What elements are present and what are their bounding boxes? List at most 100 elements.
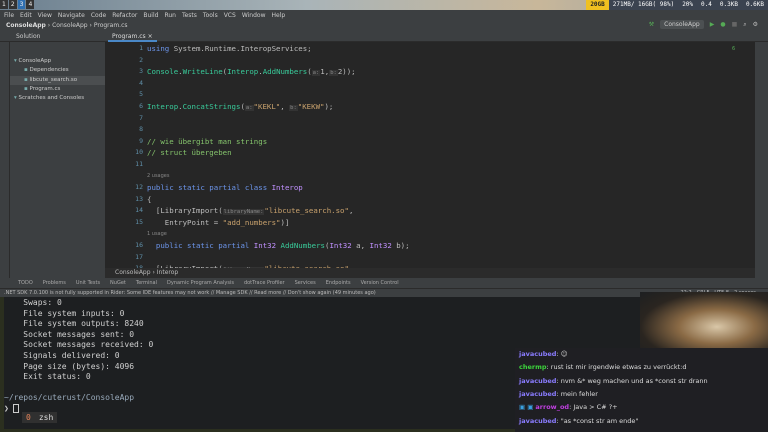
toolwindow-terminal[interactable]: Terminal [136,280,157,286]
parameter-hint: b: [289,105,298,111]
tree-item[interactable]: ▪ Dependencies [10,66,105,75]
menu-code[interactable]: Code [91,12,106,19]
warnings-count[interactable]: 6 [732,46,735,52]
workspace-3[interactable]: 3 [17,0,26,9]
menu-edit[interactable]: Edit [20,12,32,19]
terminal-line: File system outputs: 8240 [4,319,144,329]
menu-view[interactable]: View [38,12,52,19]
chat-username[interactable]: arrow_od [535,403,569,411]
line-number: 14 [135,206,143,215]
run-icon[interactable]: ▶ [710,21,715,28]
search-icon[interactable]: ⌕ [743,21,746,29]
toolwindow-version-control[interactable]: Version Control [361,280,399,286]
close-tab-icon[interactable]: × [148,33,153,40]
code-token: AddNumbers [280,241,326,251]
menu-window[interactable]: Window [242,12,266,19]
cpu-usage: 20% [682,1,694,8]
chat-username[interactable]: javacubed [519,417,556,425]
solution-title[interactable]: Solution [16,33,40,40]
tree-item-label: libcute_search.so [29,76,78,83]
code-editor[interactable]: 1 using System.Runtime.InteropServices; 2 3… [105,42,755,268]
tree-item[interactable]: ▪ libcute_search.so [10,75,105,85]
stop-icon[interactable]: ■ [732,21,738,28]
toolwindow-endpoints[interactable]: Endpoints [326,280,351,286]
run-config-select[interactable]: ConsoleApp [660,20,704,29]
menu-vcs[interactable]: VCS [224,12,236,19]
status-message[interactable]: .NET SDK 7.0.100 is not fully supported … [4,290,376,296]
menu-build[interactable]: Build [143,12,158,19]
crumb-project[interactable]: ConsoleApp [52,22,88,29]
crumb-file[interactable]: Program.cs [94,22,128,29]
code-token: WriteLine [182,67,223,77]
menu-refactor[interactable]: Refactor [112,12,137,19]
tab-label: Program.cs [112,33,146,40]
settings-icon[interactable]: ⚙ [753,21,758,28]
code-token: Interop [227,67,259,77]
terminal-line: File system inputs: 0 [4,308,125,318]
tab-program-cs[interactable]: Program.cs × [108,32,157,42]
toolwindow-services[interactable]: Services [295,280,316,286]
system-bar: 1234 20GB 271MB/ 16GB( 98%) 20% 0.4 0.3K… [0,0,768,10]
menu-tools[interactable]: Tools [203,12,218,19]
chat-username[interactable]: javacubed [519,350,556,358]
tree-item-label: Dependencies [29,67,69,74]
toolwindow-todo[interactable]: TODO [18,280,33,286]
code-token: Int32 [369,241,392,251]
toolwindow-dynamic-program-analysis[interactable]: Dynamic Program Analysis [167,280,234,286]
solution-explorer: ▾ ConsoleApp ▪ Dependencies ▪ libcute_sear… [10,42,105,278]
tmux-index: 0 [26,413,31,422]
code-token: "KEKW" [297,102,325,111]
toolwindow-dottrace-profiler[interactable]: dotTrace Profiler [244,280,285,286]
code-line: using System.Runtime.InteropServices; [147,44,312,53]
toolwindow-unit-tests[interactable]: Unit Tests [76,280,100,286]
net-up: 0.3KB [719,1,738,8]
tree-item[interactable]: ▾ ConsoleApp [10,57,105,66]
debug-icon[interactable]: ● [720,21,725,28]
chat-username[interactable]: chermp [519,363,547,371]
tree-item[interactable]: ▾ Scratches and Consoles [10,94,105,103]
toolwindow-problems[interactable]: Problems [43,280,66,286]
menu-help[interactable]: Help [271,12,285,19]
menu-navigate[interactable]: Navigate [58,12,85,19]
code-line: [LibraryImport(libraryName:"libcute_sear… [147,206,353,216]
menu-file[interactable]: File [4,12,14,19]
chat-text: Java > C# ?+ [573,403,618,412]
code-token: )] [280,218,290,227]
parameter-hint: b: [329,70,338,77]
code-token: ConcatStrings [182,102,241,111]
line-number: 5 [139,90,143,99]
line-number: 16 [135,241,143,250]
crumb-project[interactable]: ConsoleApp [115,269,151,276]
line-number: 17 [135,252,143,261]
code-token: b); [391,241,410,251]
toolwindow-nuget[interactable]: NuGet [110,280,126,286]
workspace-2[interactable]: 2 [8,0,17,9]
prompt: ❯ [4,404,19,413]
usages-hint[interactable]: 1 usage [147,231,167,237]
line-number: 7 [139,113,143,122]
crumb-class[interactable]: Interop [157,269,178,276]
workspace-1[interactable]: 1 [0,0,8,9]
workspace-4[interactable]: 4 [26,0,35,9]
usages-hint[interactable]: 2 usages [147,173,169,179]
menu-tests[interactable]: Tests [182,12,197,19]
terminal-line: ~/repos/cuterust/ConsoleApp [4,393,135,403]
code-token: // wie übergibt man strings [147,136,268,146]
tree-item[interactable]: ▪ Program.cs [10,85,105,94]
terminal-line: Swaps: 0 [4,298,62,307]
code-line: // wie übergibt man strings [147,137,267,146]
parameter-hint: a: [244,105,254,111]
chat-message: chermp: rust ist mir irgendwie etwas zu … [519,363,687,371]
chat-username[interactable]: javacubed [519,390,556,398]
chat-text: ☺ [560,350,568,358]
tmux-window[interactable]: zsh [39,413,53,422]
code-line: // struct übergeben [147,148,232,157]
menu-run[interactable]: Run [164,12,176,19]
line-number: 15 [135,218,143,226]
chat-username[interactable]: javacubed [519,377,556,385]
build-icon[interactable]: ⚒ [649,21,654,28]
line-number: 4 [139,78,143,87]
stream-chat: javacubed: ☺ chermp: rust ist mir irgendw… [515,348,768,432]
crumb-solution[interactable]: ConsoleApp [6,22,46,29]
right-tool-strip [755,42,768,278]
